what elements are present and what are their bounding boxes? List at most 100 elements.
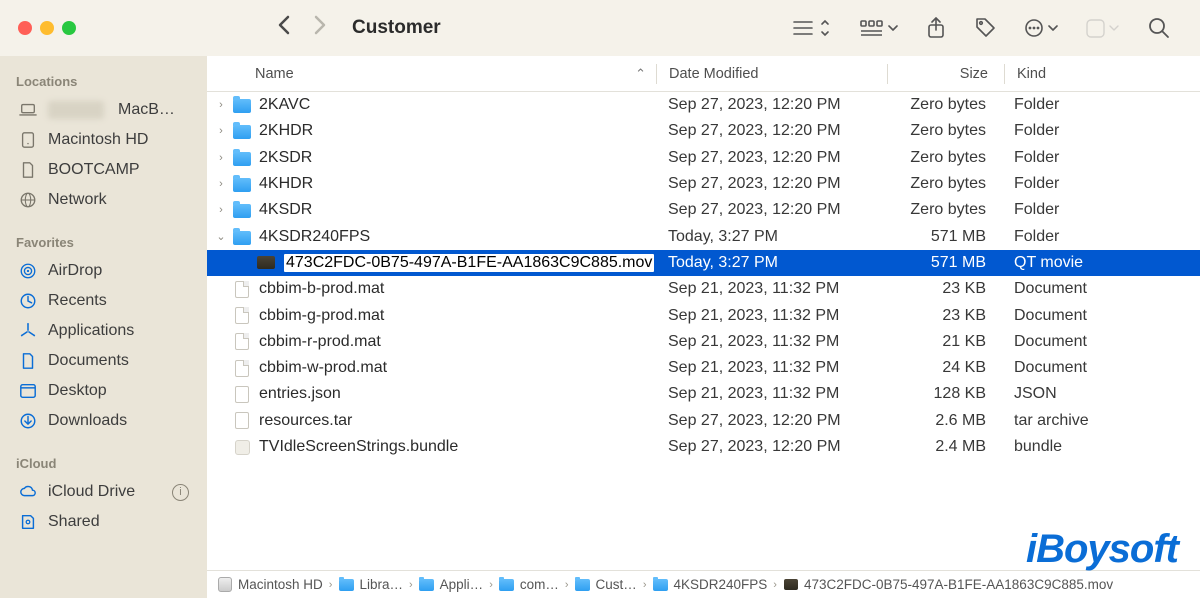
sidebar-label: Documents <box>48 352 129 370</box>
file-kind: Document <box>1002 280 1200 298</box>
sidebar-item-icloud-drive[interactable]: iCloud Drivei <box>14 477 193 507</box>
file-date: Sep 21, 2023, 11:32 PM <box>656 385 886 403</box>
file-row[interactable]: cbbim-g-prod.matSep 21, 2023, 11:32 PM23… <box>207 302 1200 328</box>
file-date: Sep 21, 2023, 11:32 PM <box>656 333 886 351</box>
file-kind: Folder <box>1002 175 1200 193</box>
column-kind[interactable]: Kind <box>1005 66 1200 82</box>
file-name: cbbim-w-prod.mat <box>259 359 387 377</box>
sidebar-item-network[interactable]: Network <box>14 185 193 215</box>
file-name: 2KAVC <box>259 96 310 114</box>
file-size: 23 KB <box>886 280 1002 298</box>
file-size: 128 KB <box>886 385 1002 403</box>
action-icon[interactable] <box>1024 18 1058 38</box>
file-name: 4KSDR240FPS <box>259 228 370 246</box>
back-button[interactable] <box>266 15 302 41</box>
file-name: 2KHDR <box>259 122 313 140</box>
sidebar-item-recents[interactable]: Recents <box>14 286 193 316</box>
fullscreen-window-button[interactable] <box>62 21 76 35</box>
folder-icon <box>231 203 253 217</box>
group-icon[interactable] <box>860 18 898 38</box>
sidebar-item-downloads[interactable]: Downloads <box>14 406 193 436</box>
disclosure-icon[interactable]: › <box>211 125 231 137</box>
tags-icon[interactable] <box>974 17 996 39</box>
path-segment[interactable]: 473C2FDC-0B75-497A-B1FE-AA1863C9C885.mov <box>783 577 1113 592</box>
path-label: Cust… <box>596 577 637 592</box>
file-date: Sep 27, 2023, 12:20 PM <box>656 412 886 430</box>
hd-icon <box>18 131 38 149</box>
view-list-icon[interactable] <box>792 18 832 38</box>
file-row[interactable]: cbbim-b-prod.matSep 21, 2023, 11:32 PM23… <box>207 276 1200 302</box>
file-date: Sep 27, 2023, 12:20 PM <box>656 149 886 167</box>
sidebar-item-applications[interactable]: Applications <box>14 316 193 346</box>
file-name[interactable]: 473C2FDC-0B75-497A-B1FE-AA1863C9C885.mov <box>283 253 655 273</box>
close-window-button[interactable] <box>18 21 32 35</box>
path-label: com… <box>520 577 559 592</box>
sidebar-label: AirDrop <box>48 262 102 280</box>
minimize-window-button[interactable] <box>40 21 54 35</box>
folder-icon <box>575 579 591 591</box>
sidebar-item-documents[interactable]: Documents <box>14 346 193 376</box>
disclosure-icon[interactable]: › <box>211 99 231 111</box>
disclosure-icon[interactable]: › <box>211 178 231 190</box>
sidebar-item-airdrop[interactable]: AirDrop <box>14 256 193 286</box>
sidebar-item-shared[interactable]: Shared <box>14 507 193 537</box>
file-date: Sep 27, 2023, 12:20 PM <box>656 122 886 140</box>
globe-icon <box>18 191 38 209</box>
sidebar-item-bootcamp[interactable]: BOOTCAMP <box>14 155 193 185</box>
path-segment[interactable]: Libra… <box>338 577 403 592</box>
folder-icon <box>338 579 354 591</box>
sidebar-label: Shared <box>48 513 100 531</box>
disclosure-icon[interactable]: › <box>211 204 231 216</box>
file-row[interactable]: TVIdleScreenStrings.bundleSep 27, 2023, … <box>207 434 1200 460</box>
shared-icon <box>18 513 38 531</box>
path-segment[interactable]: com… <box>499 577 559 592</box>
sidebar-item-macintosh-hd[interactable]: Macintosh HD <box>14 125 193 155</box>
column-date[interactable]: Date Modified <box>657 66 887 82</box>
info-icon[interactable]: i <box>172 484 189 501</box>
file-row[interactable]: entries.jsonSep 21, 2023, 11:32 PM128 KB… <box>207 381 1200 407</box>
file-row[interactable]: ›4KHDRSep 27, 2023, 12:20 PMZero bytesFo… <box>207 171 1200 197</box>
sidebar-item-macb-[interactable]: xxxxxxMacB… <box>14 95 193 125</box>
column-size[interactable]: Size <box>888 66 1004 82</box>
path-segment[interactable]: Appli… <box>419 577 484 592</box>
folder-icon <box>231 151 253 165</box>
file-row[interactable]: ›2KAVCSep 27, 2023, 12:20 PMZero bytesFo… <box>207 92 1200 118</box>
file-row[interactable]: cbbim-w-prod.matSep 21, 2023, 11:32 PM24… <box>207 355 1200 381</box>
file-row[interactable]: resources.tarSep 27, 2023, 12:20 PM2.6 M… <box>207 408 1200 434</box>
disclosure-icon <box>211 415 231 427</box>
disclosure-icon[interactable]: ⌄ <box>211 230 231 243</box>
file-date: Sep 27, 2023, 12:20 PM <box>656 175 886 193</box>
path-segment[interactable]: Macintosh HD <box>217 577 323 592</box>
file-date: Sep 21, 2023, 11:32 PM <box>656 307 886 325</box>
file-date: Sep 27, 2023, 12:20 PM <box>656 96 886 114</box>
search-icon[interactable] <box>1148 17 1170 39</box>
file-kind: JSON <box>1002 385 1200 403</box>
forward-button[interactable] <box>302 15 338 41</box>
sidebar-label: Network <box>48 191 107 209</box>
file-kind: Document <box>1002 333 1200 351</box>
file-kind: Folder <box>1002 96 1200 114</box>
path-segment[interactable]: Cust… <box>575 577 637 592</box>
file-row[interactable]: ›2KSDRSep 27, 2023, 12:20 PMZero bytesFo… <box>207 145 1200 171</box>
file-date: Sep 27, 2023, 12:20 PM <box>656 438 886 456</box>
file-kind: Folder <box>1002 228 1200 246</box>
share-icon[interactable] <box>926 17 946 39</box>
sidebar-item-desktop[interactable]: Desktop <box>14 376 193 406</box>
file-row[interactable]: 473C2FDC-0B75-497A-B1FE-AA1863C9C885.mov… <box>207 250 1200 276</box>
file-row[interactable]: ⌄4KSDR240FPSToday, 3:27 PM571 MBFolder <box>207 223 1200 249</box>
file-size: Zero bytes <box>886 122 1002 140</box>
file-name: 4KHDR <box>259 175 313 193</box>
disclosure-icon[interactable]: › <box>211 152 231 164</box>
folder-icon <box>231 177 253 191</box>
file-row[interactable]: cbbim-r-prod.matSep 21, 2023, 11:32 PM21… <box>207 329 1200 355</box>
doc-icon <box>18 161 38 179</box>
sidebar-section-header: Favorites <box>16 235 193 250</box>
file-row[interactable]: ›2KHDRSep 27, 2023, 12:20 PMZero bytesFo… <box>207 118 1200 144</box>
hd-icon <box>217 577 233 592</box>
disclosure-icon <box>211 362 231 374</box>
path-segment[interactable]: 4KSDR240FPS <box>652 577 767 592</box>
file-row[interactable]: ›4KSDRSep 27, 2023, 12:20 PMZero bytesFo… <box>207 197 1200 223</box>
badge-icon[interactable] <box>1086 17 1120 39</box>
column-name[interactable]: Name ⌃ <box>207 66 656 82</box>
column-name-label: Name <box>255 66 294 82</box>
